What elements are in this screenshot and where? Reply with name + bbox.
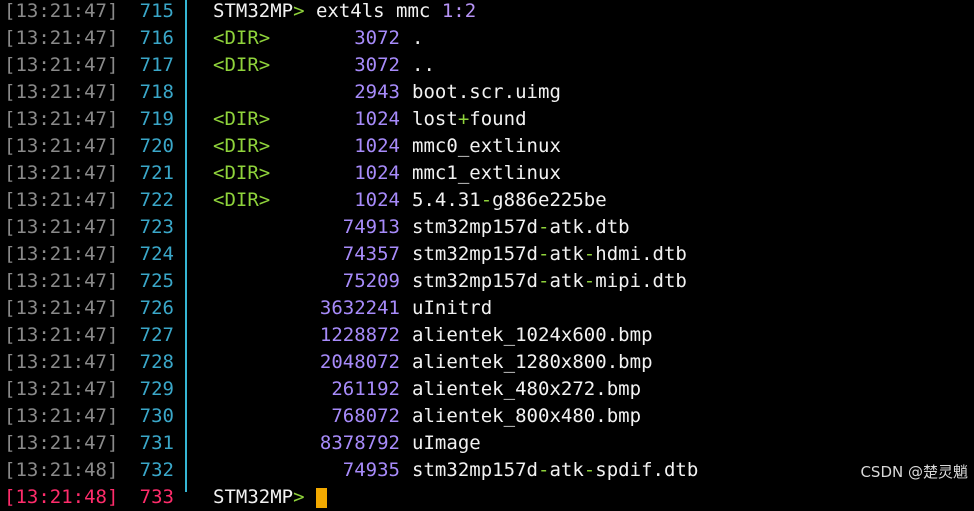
file-name: 5.4.31-g886e225be	[412, 189, 607, 211]
line-number: 728	[139, 351, 174, 373]
file-name: alientek_1280x800.bmp	[412, 351, 653, 373]
file-name: alientek_480x272.bmp	[412, 378, 642, 400]
command-argument: 1:2	[441, 0, 477, 22]
file-name: alientek_1024x600.bmp	[412, 324, 653, 346]
file-name: stm32mp157d-atk-mipi.dtb	[412, 270, 687, 292]
line-number: 729	[139, 378, 174, 400]
file-size: 1024	[354, 162, 400, 184]
timestamp: [13:21:47]	[4, 108, 119, 130]
shell-prompt: STM32MP	[213, 0, 294, 22]
line-number: 724	[139, 243, 174, 265]
file-size: 74357	[342, 243, 400, 265]
terminal-window[interactable]: [13:21:47] 715 STM32MP> ext4ls mmc 1:2 [13:…	[0, 0, 974, 508]
file-name: boot.scr.uimg	[412, 81, 561, 103]
timestamp: [13:21:47]	[4, 351, 119, 373]
command-text: ext4ls mmc	[304, 0, 442, 22]
line-number: 733	[139, 486, 174, 508]
prompt-symbol: >	[293, 486, 305, 508]
timestamp: [13:21:47]	[4, 27, 119, 49]
file-name: alientek_800x480.bmp	[412, 405, 642, 427]
line-number: 722	[139, 189, 174, 211]
file-name: mmc0_extlinux	[412, 135, 561, 157]
line-number: 715	[139, 0, 174, 22]
line-number: 727	[139, 324, 174, 346]
file-name: .	[412, 27, 424, 49]
file-name: lost+found	[412, 108, 527, 130]
timestamp: [13:21:47]	[4, 54, 119, 76]
timestamp: [13:21:47]	[4, 297, 119, 319]
timestamp: [13:21:47]	[4, 0, 119, 22]
file-size: 261192	[331, 378, 400, 400]
line-number: 725	[139, 270, 174, 292]
line-number-divider	[185, 0, 187, 492]
file-name: mmc1_extlinux	[412, 162, 561, 184]
file-size: 2048072	[319, 351, 400, 373]
line-number: 717	[139, 54, 174, 76]
file-size: 768072	[331, 405, 400, 427]
file-name: uInitrd	[412, 297, 493, 319]
line-number: 723	[139, 216, 174, 238]
timestamp: [13:21:48]	[4, 486, 119, 508]
file-name: stm32mp157d-atk-hdmi.dtb	[412, 243, 687, 265]
shell-prompt: STM32MP	[213, 486, 294, 508]
line-number: 726	[139, 297, 174, 319]
timestamp: [13:21:47]	[4, 243, 119, 265]
file-size: 1024	[354, 189, 400, 211]
file-size: 8378792	[319, 432, 400, 454]
line-number: 731	[139, 432, 174, 454]
line-number: 721	[139, 162, 174, 184]
timestamp: [13:21:48]	[4, 459, 119, 481]
command-text	[305, 486, 316, 508]
timestamp: [13:21:47]	[4, 216, 119, 238]
line-number: 720	[139, 135, 174, 157]
timestamp: [13:21:47]	[4, 378, 119, 400]
file-name: stm32mp157d-atk-spdif.dtb	[412, 459, 699, 481]
timestamp: [13:21:47]	[4, 405, 119, 427]
file-size: 2943	[354, 81, 400, 103]
file-size: 3072	[354, 27, 400, 49]
command-line: STM32MP>	[213, 484, 327, 511]
command-line: STM32MP> ext4ls mmc 1:2	[213, 0, 476, 25]
file-size: 75209	[342, 270, 400, 292]
file-size: 1228872	[319, 324, 400, 346]
timestamp: [13:21:47]	[4, 162, 119, 184]
file-size: 3072	[354, 54, 400, 76]
timestamp: [13:21:47]	[4, 270, 119, 292]
file-name: ..	[412, 54, 435, 76]
timestamp: [13:21:47]	[4, 432, 119, 454]
line-number: 718	[139, 81, 174, 103]
timestamp: [13:21:47]	[4, 189, 119, 211]
file-size: 1024	[354, 108, 400, 130]
watermark: CSDN @楚灵魈	[860, 463, 968, 481]
file-size: 3632241	[319, 297, 400, 319]
prompt-symbol: >	[293, 0, 305, 22]
file-size: 1024	[354, 135, 400, 157]
file-name: uImage	[412, 432, 481, 454]
line-number: 716	[139, 27, 174, 49]
file-size: 74913	[342, 216, 400, 238]
timestamp: [13:21:47]	[4, 81, 119, 103]
file-name: stm32mp157d-atk.dtb	[412, 216, 630, 238]
line-number: 732	[139, 459, 174, 481]
text-cursor[interactable]	[315, 487, 327, 508]
line-number: 730	[139, 405, 174, 427]
file-size: 74935	[342, 459, 400, 481]
timestamp: [13:21:47]	[4, 135, 119, 157]
line-number: 719	[139, 108, 174, 130]
timestamp: [13:21:47]	[4, 324, 119, 346]
